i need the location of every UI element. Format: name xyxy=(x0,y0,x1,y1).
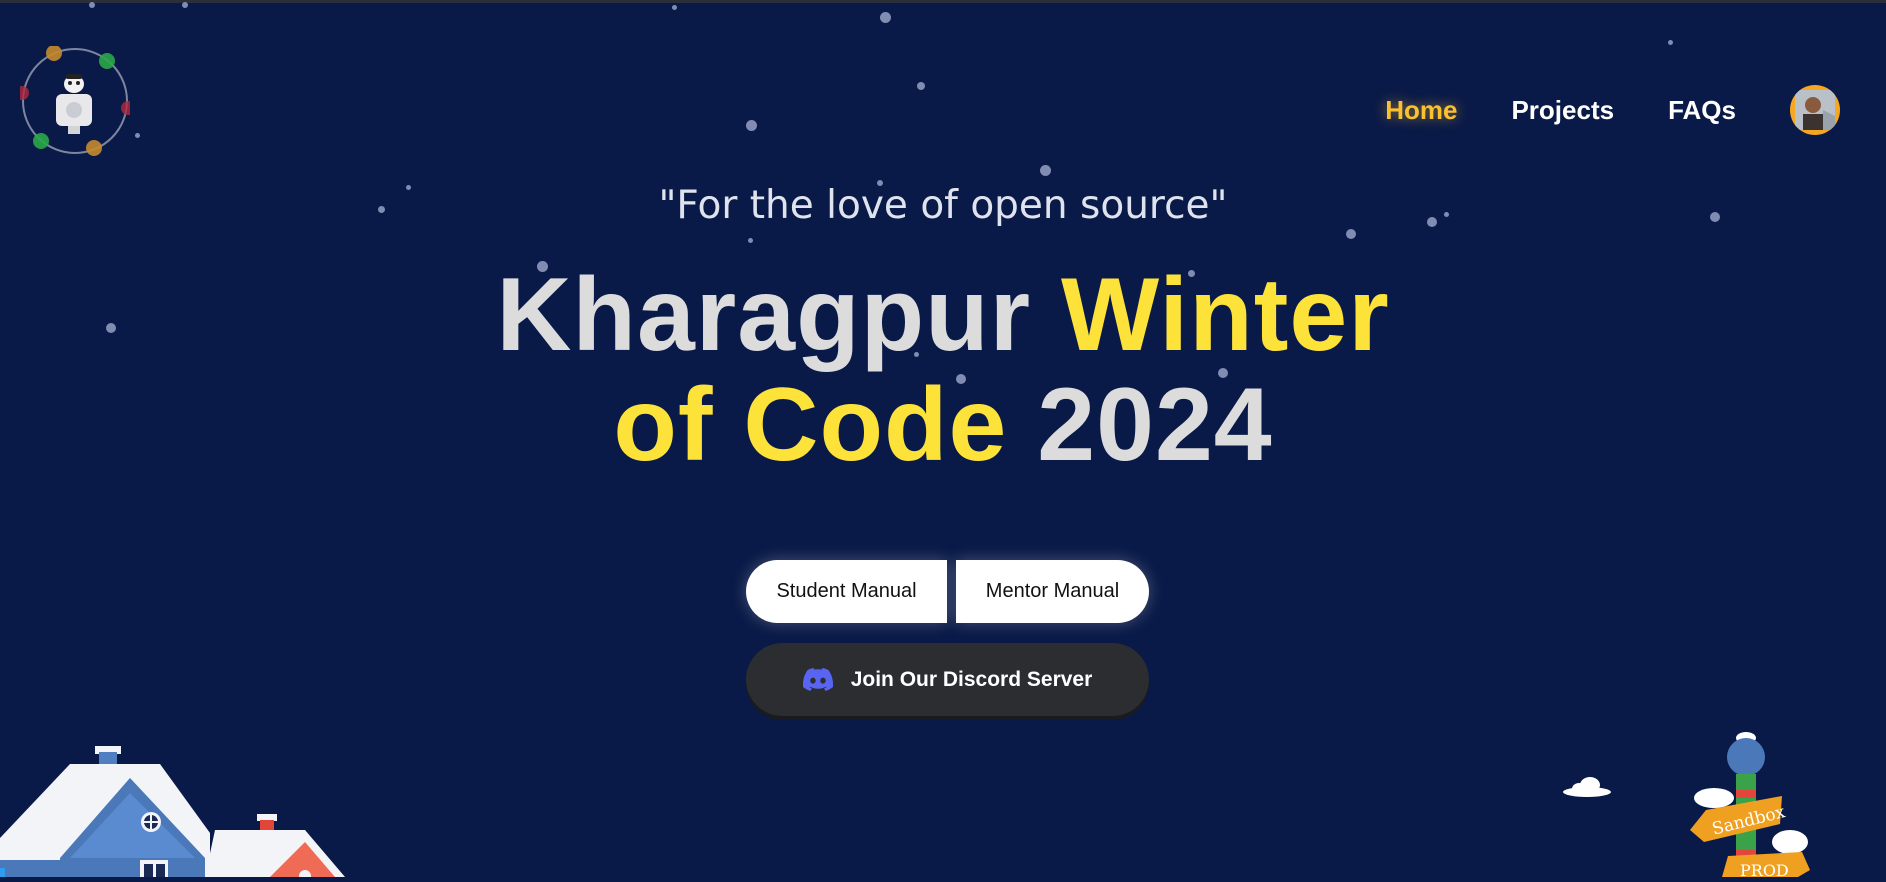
avatar[interactable] xyxy=(1790,85,1840,135)
snowy-houses-illustration xyxy=(0,738,350,882)
title-year: 2024 xyxy=(1007,367,1273,483)
nav-projects[interactable]: Projects xyxy=(1511,95,1614,126)
signpost-illustration: Sandbox PROD xyxy=(1682,730,1822,880)
nav-faqs[interactable]: FAQs xyxy=(1668,95,1736,126)
house-icon xyxy=(0,746,345,882)
top-border xyxy=(0,0,1886,3)
kwoc-logo[interactable] xyxy=(15,45,135,156)
manual-buttons: Student Manual Mentor Manual xyxy=(746,560,1149,623)
discord-button[interactable]: Join Our Discord Server xyxy=(746,643,1149,716)
user-avatar-icon xyxy=(1795,90,1835,130)
student-manual-button[interactable]: Student Manual xyxy=(746,560,947,623)
hero-title: Kharagpur Winter of Code 2024 xyxy=(0,260,1886,480)
sign-prod-text: PROD xyxy=(1740,861,1789,877)
title-of-code: of Code xyxy=(613,367,1008,483)
signpost-icon: Sandbox PROD xyxy=(1690,732,1810,880)
title-kharagpur: Kharagpur xyxy=(496,257,1062,373)
mentor-manual-button[interactable]: Mentor Manual xyxy=(956,560,1149,623)
kwoc-robot-logo-icon xyxy=(15,45,135,156)
cloud-icon xyxy=(1563,777,1611,797)
title-winter: Winter xyxy=(1061,257,1390,373)
nav-home[interactable]: Home xyxy=(1385,95,1457,126)
hero-tagline: "For the love of open source" xyxy=(658,183,1228,228)
discord-icon xyxy=(802,668,833,691)
discord-button-label: Join Our Discord Server xyxy=(850,667,1093,691)
main-nav: Home Projects FAQs xyxy=(1385,84,1840,136)
